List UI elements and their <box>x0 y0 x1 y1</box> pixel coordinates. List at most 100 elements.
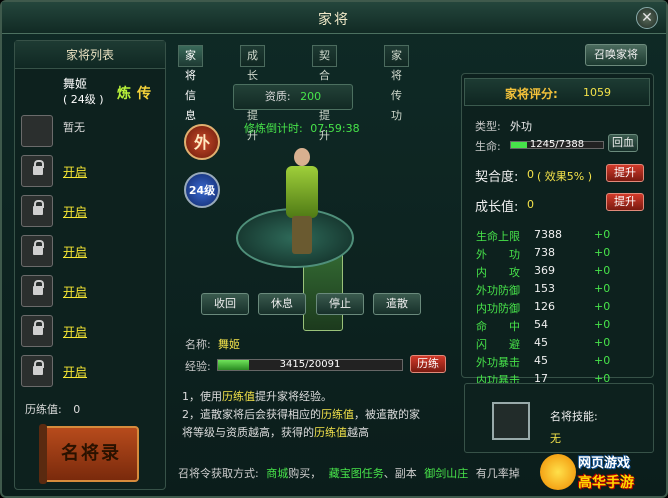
tip-text: 将等级与资质越高，获得的 <box>182 426 314 439</box>
tip-line: 2，遣散家将后会获得相应的历练值，被遣散的家 <box>182 406 452 424</box>
hero-body <box>286 166 318 218</box>
score-label: 家将评分: <box>505 87 558 101</box>
stat-value: 126 <box>534 300 555 313</box>
unlock-link[interactable]: 开启 <box>63 163 87 180</box>
stat-value: 45 <box>534 354 548 367</box>
empty-slot-label: 暂无 <box>63 121 85 134</box>
exp-bar: 3415/20091 <box>217 359 403 371</box>
training-countdown: 修炼倒计时: 07:59:38 <box>244 120 360 136</box>
close-button[interactable]: ✕ <box>636 7 658 29</box>
exp-label: 经验: <box>185 360 211 373</box>
aptitude-value: 200 <box>300 90 322 103</box>
stat-name: 命 中 <box>476 320 520 333</box>
tip-line: 将等级与资质越高，获得的历练值越高 <box>182 424 452 442</box>
stat-name: 外功暴击 <box>476 356 520 369</box>
lock-icon <box>33 360 44 377</box>
locked-slot[interactable]: 开启 <box>21 235 161 271</box>
stat-value: 7388 <box>534 228 562 241</box>
locked-slot[interactable]: 开启 <box>21 155 161 191</box>
unlock-link[interactable]: 开启 <box>63 283 87 300</box>
score-bar: 家将评分: 1059 <box>464 78 650 106</box>
tab-general-info[interactable]: 家将信息 <box>178 45 203 122</box>
locked-slot-box <box>21 315 53 347</box>
hero-head <box>294 148 310 166</box>
skill-label: 名将技能: <box>550 410 598 423</box>
locked-slot[interactable]: 开启 <box>21 315 161 351</box>
training-points: 历练值: 0 <box>25 401 80 417</box>
stat-bonus: +0 <box>594 300 611 313</box>
affinity-upgrade-button[interactable]: 提升 <box>606 164 644 182</box>
rest-button[interactable]: 休息 <box>258 293 306 315</box>
stat-value: 369 <box>534 264 555 277</box>
aptitude-label: 资质: <box>264 90 291 103</box>
name-value: 舞姬 <box>218 338 240 351</box>
type-label: 类型: <box>475 120 501 133</box>
stat-bonus: +0 <box>594 336 611 349</box>
stat-bonus: +0 <box>594 246 611 259</box>
lock-icon <box>33 320 44 337</box>
stat-name: 外功防御 <box>476 284 520 297</box>
inherit-badge: 传 <box>137 86 151 102</box>
treasure-map-task-link[interactable]: 藏宝图任务 <box>329 467 384 480</box>
training-points-value: 0 <box>73 403 81 416</box>
locked-slot[interactable]: 开启 <box>21 275 161 311</box>
tip-line: 1，使用历练值提升家将经验。 <box>182 388 452 406</box>
tab-affinity-upgrade[interactable]: 契合度提升 <box>312 45 337 142</box>
locked-slot[interactable]: 开启 <box>21 355 161 391</box>
unlock-link[interactable]: 开启 <box>63 363 87 380</box>
locked-slot-box <box>21 155 53 187</box>
general-list-title: 家将列表 <box>15 41 165 69</box>
hp-bar-text: 1245/7388 <box>529 139 585 150</box>
lock-icon <box>33 160 44 177</box>
general-level: ( 24级 ) <box>63 93 104 106</box>
stat-bonus: +0 <box>594 264 611 277</box>
stat-bonus: +0 <box>594 282 611 295</box>
info-tail: 有几率掉 <box>475 467 520 480</box>
stat-value: 45 <box>534 336 548 349</box>
tip-text: 提升家将经验。 <box>255 390 332 403</box>
summon-general-button[interactable]: 召唤家将 <box>585 44 647 66</box>
general-list-item[interactable]: 舞姬 ( 24级 ) 炼 传 <box>21 75 343 331</box>
aptitude-plate: 资质: 200 <box>233 84 353 110</box>
empty-slot[interactable] <box>21 115 53 147</box>
affinity-value: 0 <box>527 168 534 181</box>
type-value: 外功 <box>510 120 532 133</box>
train-button[interactable]: 历练 <box>410 355 446 373</box>
affinity-label: 契合度: <box>475 170 519 185</box>
growth-upgrade-button[interactable]: 提升 <box>606 193 644 211</box>
summon-token-info: 召将令获取方式: 商城购买， 藏宝图任务、副本 御剑山庄 有几率掉 <box>178 465 520 481</box>
tip-text: 1，使用 <box>182 390 222 403</box>
watermark-line1: 网页游戏 <box>578 456 631 471</box>
recall-button[interactable]: 收回 <box>201 293 249 315</box>
lock-icon <box>33 240 44 257</box>
name-label: 名称: <box>185 338 211 351</box>
tips-text: 1，使用历练值提升家将经验。 2，遣散家将后会获得相应的历练值，被遣散的家 将等… <box>182 388 452 442</box>
hp-label: 生命: <box>475 140 501 153</box>
locked-slot-box <box>21 235 53 267</box>
general-list-item[interactable]: 暂无 <box>21 115 161 151</box>
stop-button[interactable]: 停止 <box>316 293 364 315</box>
shop-link[interactable]: 商城 <box>266 467 288 480</box>
unlock-link[interactable]: 开启 <box>63 243 87 260</box>
recover-hp-button[interactable]: 回血 <box>608 134 638 152</box>
tip-text: 2，遣散家将后会获得相应的 <box>182 408 321 421</box>
skill-slot[interactable] <box>492 402 530 440</box>
info-dungeon: 、副本 <box>383 467 417 480</box>
lock-icon <box>33 280 44 297</box>
growth-value: 0 <box>527 198 534 211</box>
title-bar[interactable]: 家将 ✕ <box>2 2 666 34</box>
locked-slot[interactable]: 开启 <box>21 195 161 231</box>
countdown-label: 修炼倒计时: <box>244 122 303 135</box>
general-name: 舞姬 <box>63 77 88 91</box>
tab-general-inherit[interactable]: 家将传功 <box>384 45 409 122</box>
unlock-link[interactable]: 开启 <box>63 203 87 220</box>
dungeon-link[interactable]: 御剑山庄 <box>424 467 468 480</box>
info-prefix: 召将令获取方式: <box>178 467 259 480</box>
affinity-effect: ( 效果5% ) <box>537 170 593 183</box>
unlock-link[interactable]: 开启 <box>63 323 87 340</box>
tab-growth-upgrade[interactable]: 成长值提升 <box>240 45 265 142</box>
famous-generals-book-button[interactable]: 名将录 <box>39 424 139 484</box>
locked-slot-box <box>21 355 53 387</box>
dismiss-button[interactable]: 遣散 <box>373 293 421 315</box>
score-value: 1059 <box>583 86 611 99</box>
